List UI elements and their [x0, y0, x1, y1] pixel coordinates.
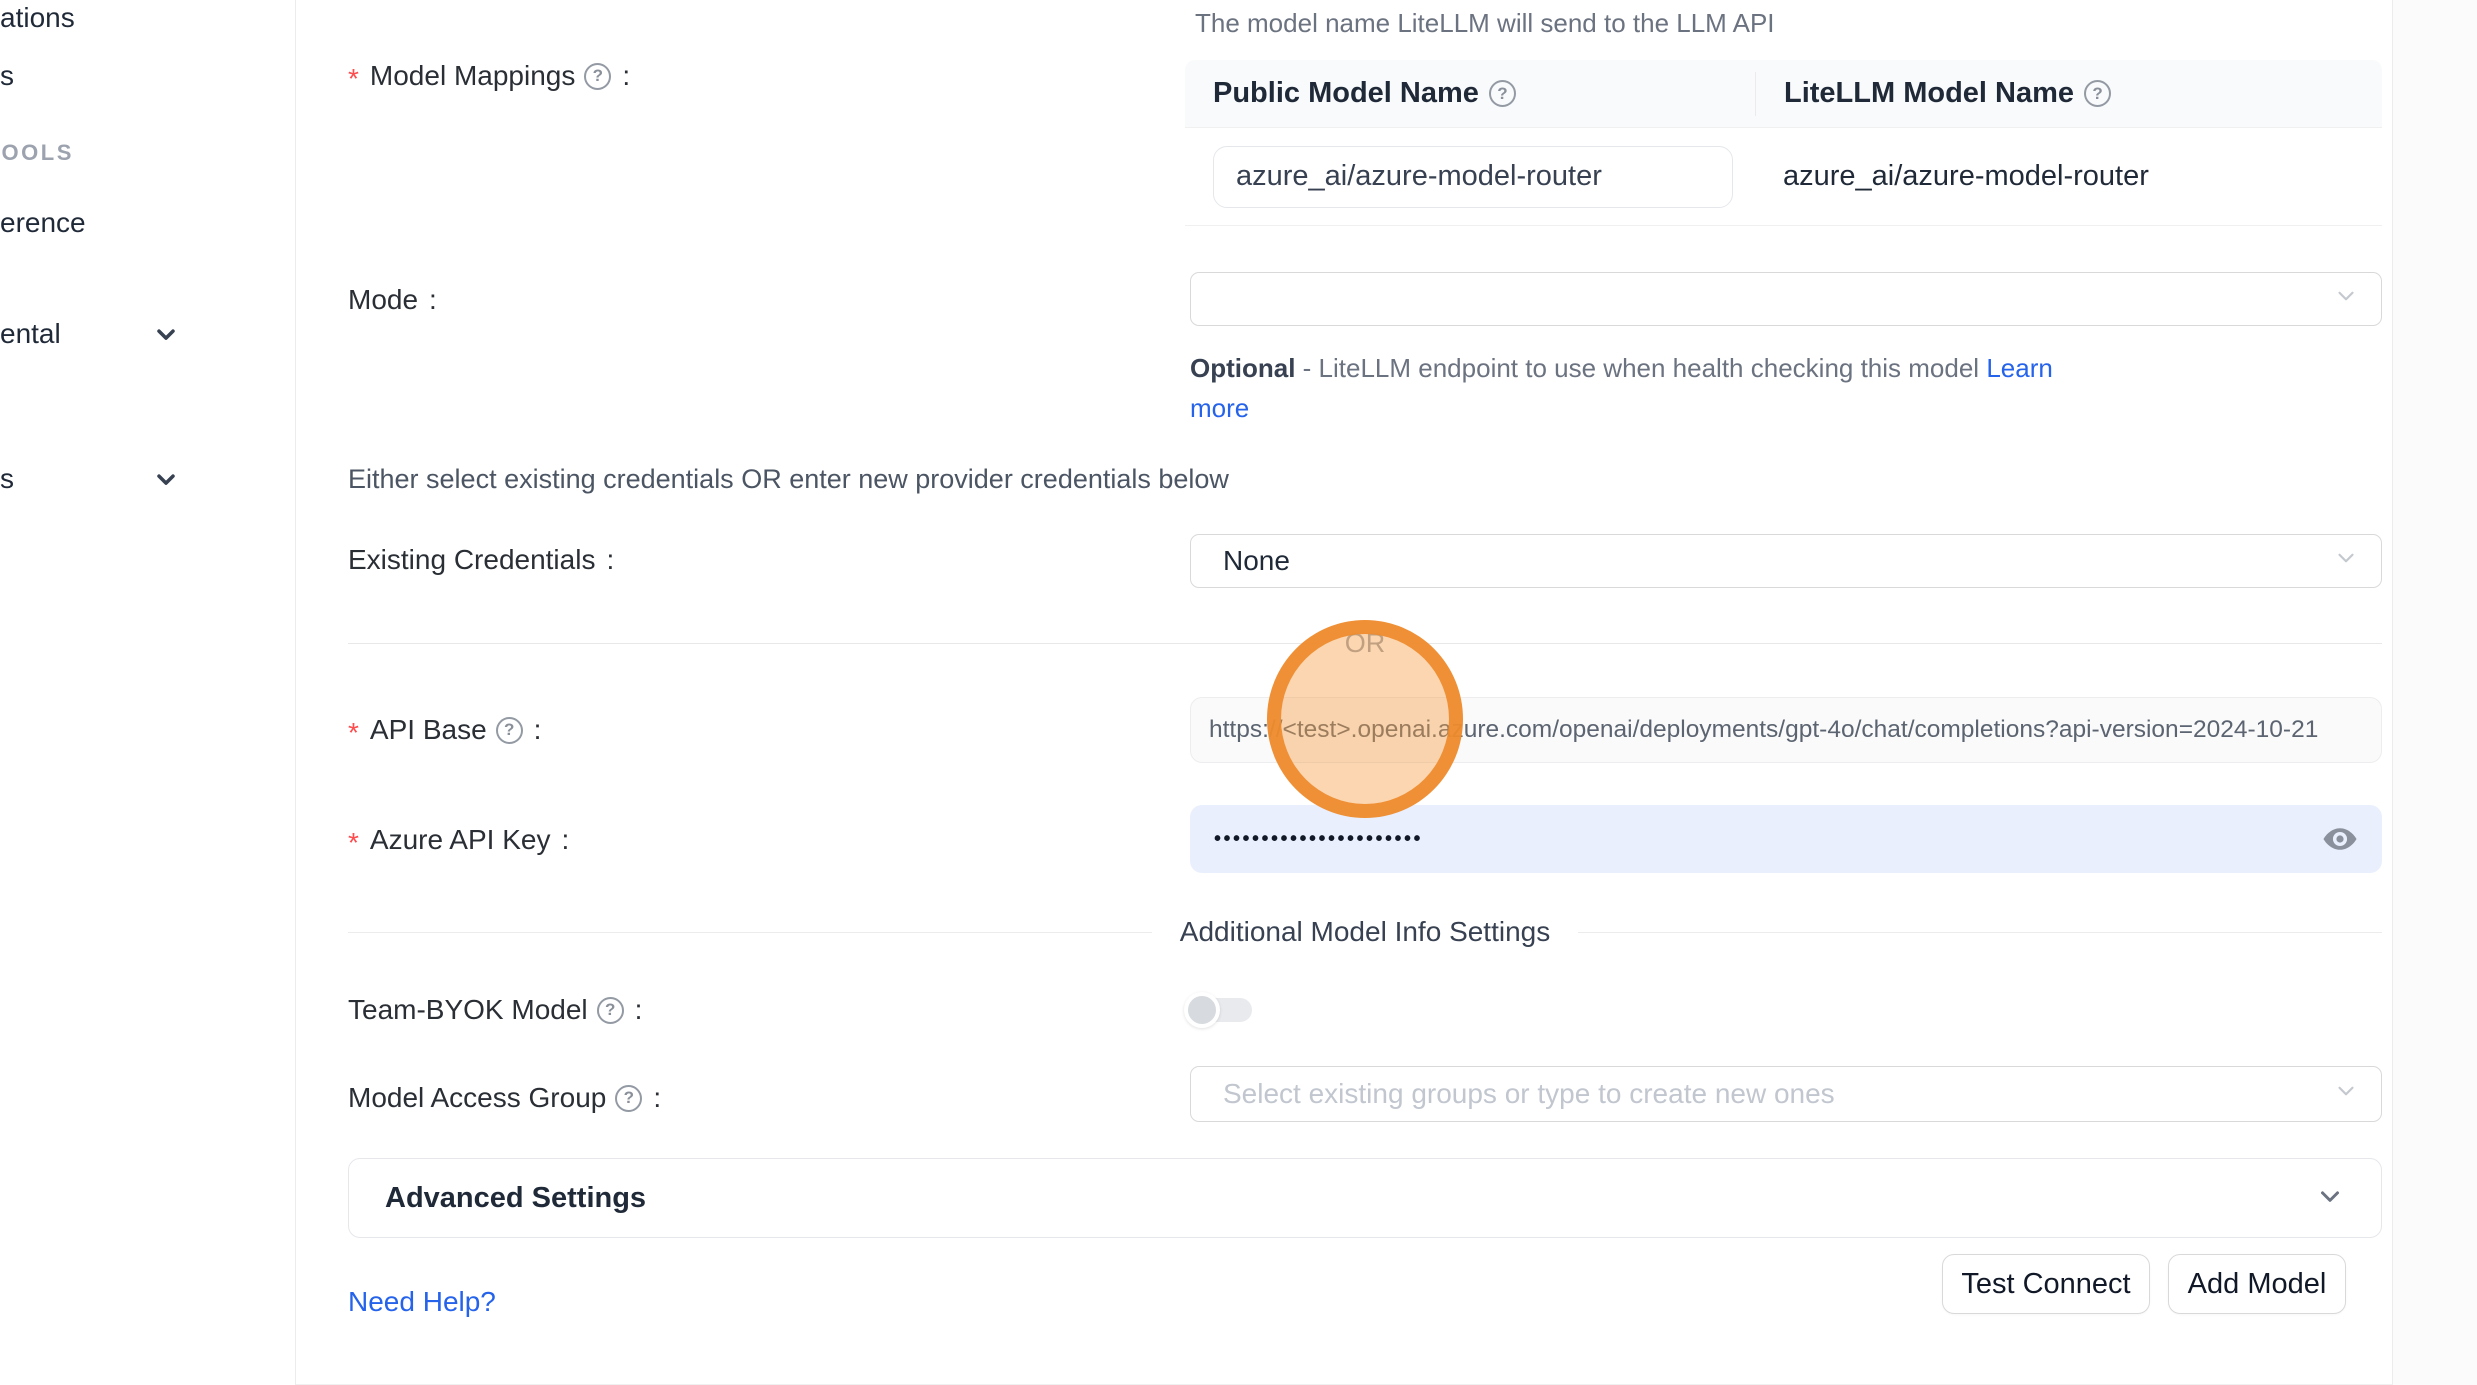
- model-mappings-label: * Model Mappings ? :: [348, 58, 630, 94]
- mode-select[interactable]: [1190, 272, 2382, 326]
- toggle-knob: [1184, 992, 1220, 1028]
- required-asterisk: *: [348, 827, 359, 859]
- model-mappings-table: Public Model Name ? LiteLLM Model Name ?…: [1185, 60, 2382, 226]
- mode-label: Mode :: [348, 282, 437, 318]
- model-name-helper-text: The model name LiteLLM will send to the …: [1195, 8, 1775, 39]
- chevron-down-icon: [152, 465, 180, 500]
- api-base-input[interactable]: https://<test>.openai.azure.com/openai/d…: [1190, 697, 2382, 763]
- model-access-group-placeholder: Select existing groups or type to create…: [1223, 1078, 1835, 1110]
- credentials-note: Either select existing credentials OR en…: [348, 464, 1229, 495]
- sidebar-item-label: ations: [0, 2, 75, 34]
- add-model-page: ations s TOOLS erence ental s The model …: [0, 0, 2477, 1385]
- help-question-icon[interactable]: ?: [2084, 80, 2111, 107]
- add-model-button[interactable]: Add Model: [2168, 1254, 2346, 1314]
- required-asterisk: *: [348, 717, 359, 749]
- model-access-group-label: Model Access Group ? :: [348, 1080, 661, 1116]
- existing-credentials-select[interactable]: None: [1190, 534, 2382, 588]
- api-base-label: * API Base ? :: [348, 712, 541, 748]
- help-question-icon[interactable]: ?: [597, 997, 624, 1024]
- chevron-down-icon: [2333, 283, 2359, 316]
- sidebar-item-label: erence: [0, 207, 86, 239]
- add-model-form: The model name LiteLLM will send to the …: [296, 0, 2393, 1385]
- column-header-litellm-model-name: LiteLLM Model Name ?: [1755, 72, 2382, 116]
- sidebar-item-2[interactable]: s: [0, 58, 14, 94]
- help-question-icon[interactable]: ?: [496, 717, 523, 744]
- chevron-down-icon: [152, 320, 180, 355]
- advanced-settings-title: Advanced Settings: [385, 1182, 2315, 1215]
- azure-api-key-label: * Azure API Key :: [348, 822, 569, 858]
- chevron-down-icon: [2315, 1181, 2345, 1216]
- advanced-settings-panel[interactable]: Advanced Settings: [348, 1158, 2382, 1238]
- test-connect-button[interactable]: Test Connect: [1942, 1254, 2150, 1314]
- sidebar-section-tools: TOOLS: [0, 140, 74, 166]
- or-divider: OR: [348, 628, 2382, 659]
- sidebar-item-label: s: [0, 463, 14, 495]
- required-asterisk: *: [348, 63, 359, 95]
- help-question-icon[interactable]: ?: [584, 63, 611, 90]
- eye-icon[interactable]: [2322, 821, 2358, 857]
- team-byok-label: Team-BYOK Model ? :: [348, 992, 642, 1028]
- sidebar-item-4[interactable]: ental: [0, 316, 200, 352]
- additional-settings-divider-text: Additional Model Info Settings: [1180, 916, 1550, 948]
- team-byok-toggle[interactable]: [1184, 992, 1256, 1028]
- chevron-down-icon: [2333, 545, 2359, 578]
- model-access-group-select[interactable]: Select existing groups or type to create…: [1190, 1066, 2382, 1122]
- chevron-down-icon: [2333, 1078, 2359, 1111]
- or-divider-text: OR: [1345, 628, 1386, 659]
- public-model-name-input[interactable]: [1213, 146, 1733, 208]
- sidebar-nav: ations s TOOLS erence ental s: [0, 0, 296, 1385]
- existing-credentials-label: Existing Credentials :: [348, 542, 614, 578]
- masked-api-key-value: ••••••••••••••••••••••: [1214, 828, 2322, 851]
- sidebar-item-3[interactable]: erence: [0, 205, 86, 241]
- mode-helper-text: Optional - LiteLLM endpoint to use when …: [1190, 348, 2090, 428]
- additional-settings-divider: Additional Model Info Settings: [348, 916, 2382, 948]
- sidebar-item-top[interactable]: ations: [0, 0, 75, 36]
- sidebar-item-label: s: [0, 60, 14, 92]
- column-header-public-model-name: Public Model Name ?: [1185, 77, 1755, 110]
- table-header-row: Public Model Name ? LiteLLM Model Name ?: [1185, 60, 2382, 128]
- help-question-icon[interactable]: ?: [1489, 80, 1516, 107]
- help-question-icon[interactable]: ?: [615, 1085, 642, 1112]
- existing-credentials-value: None: [1223, 545, 1290, 577]
- sidebar-item-label: ental: [0, 318, 61, 350]
- table-row: azure_ai/azure-model-router: [1185, 128, 2382, 226]
- litellm-model-name-value: azure_ai/azure-model-router: [1755, 160, 2149, 193]
- azure-api-key-input[interactable]: ••••••••••••••••••••••: [1190, 805, 2382, 873]
- need-help-link[interactable]: Need Help?: [348, 1286, 496, 1318]
- sidebar-item-5[interactable]: s: [0, 461, 200, 497]
